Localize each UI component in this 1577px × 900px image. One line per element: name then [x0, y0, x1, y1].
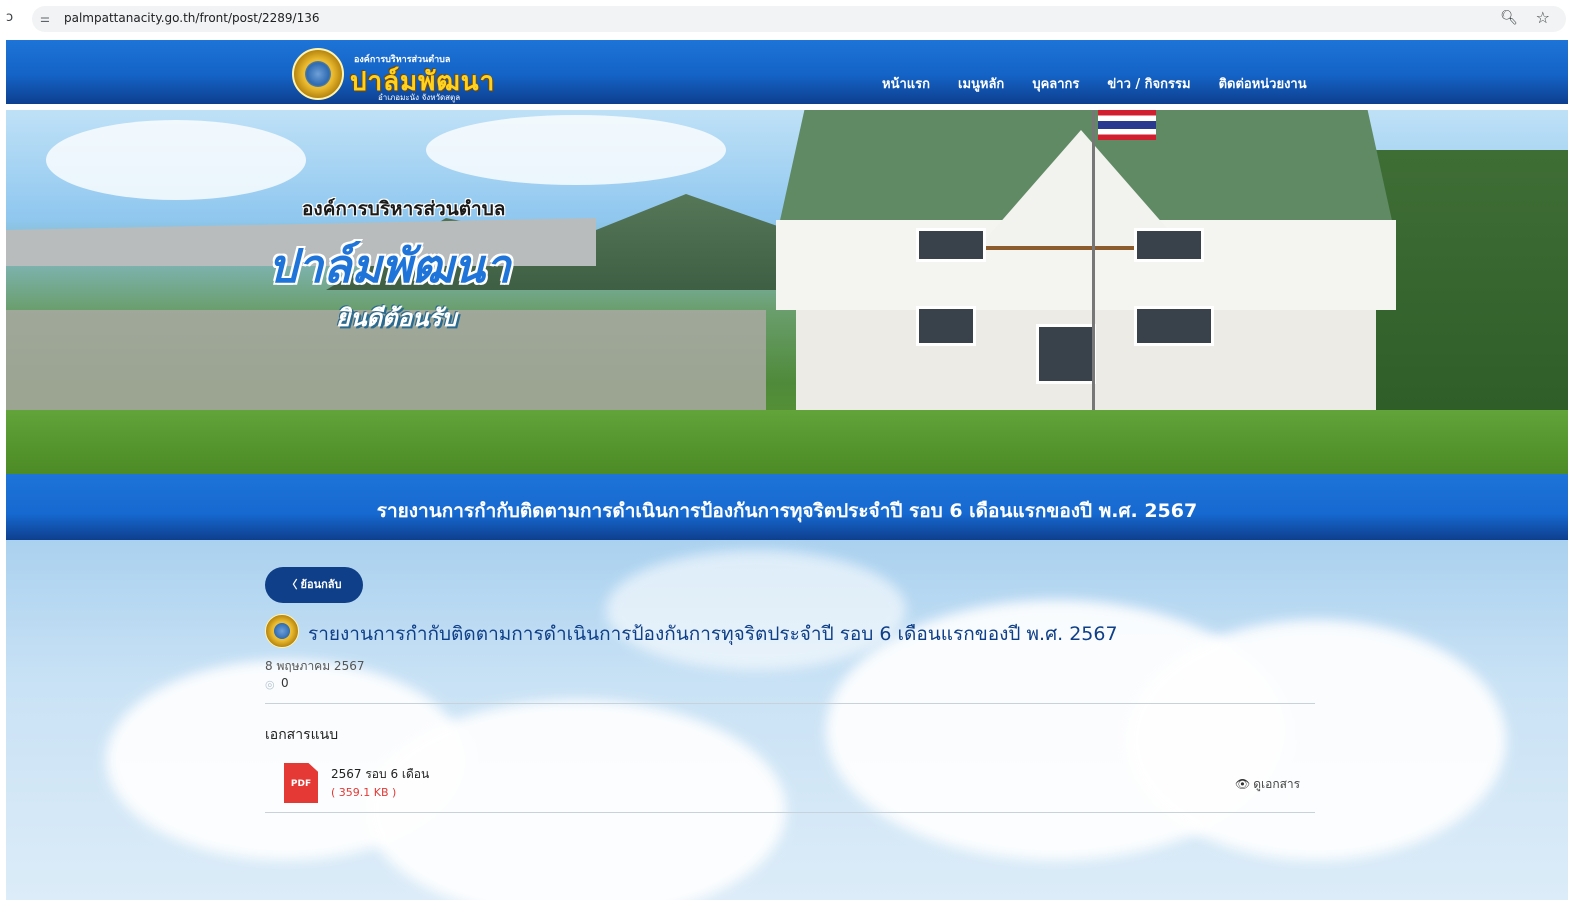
nav-main-menu[interactable]: เมนูหลัก: [958, 73, 1004, 94]
eye-icon: 👁︎: [1235, 777, 1251, 791]
banner-welcome: ยินดีต้อนรับ: [336, 304, 457, 332]
nav-home[interactable]: หน้าแรก: [882, 73, 930, 94]
main-nav: หน้าแรก เมนูหลัก บุคลากร ข่าว / กิจกรรม …: [882, 73, 1335, 94]
pdf-file-icon[interactable]: PDF: [284, 763, 318, 803]
post-date: 8 พฤษภาคม 2567: [265, 659, 365, 673]
banner-org-name: ปาล์มพัฒนา: [268, 239, 511, 293]
browser-address-bar: ↄ ⚌ palmpattanacity.go.th/front/post/228…: [0, 0, 1577, 38]
web-page: องค์การบริหารส่วนตำบล ปาล์มพัฒนา อำเภอมะ…: [6, 40, 1568, 900]
divider-bottom: [265, 812, 1315, 813]
content-background: [6, 540, 1568, 900]
views-eye-icon: ◎: [265, 678, 275, 691]
hero-banner: องค์การบริหารส่วนตำบล ปาล์มพัฒนา ยินดีต้…: [6, 110, 1568, 474]
attachment-file-name[interactable]: 2567 รอบ 6 เดือน: [331, 765, 429, 784]
flagpole: [1092, 110, 1095, 440]
site-logo[interactable]: องค์การบริหารส่วนตำบล ปาล์มพัฒนา อำเภอมะ…: [292, 45, 512, 103]
url-text[interactable]: palmpattanacity.go.th/front/post/2289/13…: [64, 11, 319, 25]
logo-location: อำเภอมะนัง จังหวัดสตูล: [378, 93, 461, 102]
divider-top: [265, 703, 1315, 704]
post-seal-icon: [265, 614, 299, 648]
view-document-link[interactable]: 👁︎ ดูเอกสาร: [1235, 775, 1300, 794]
nav-contact[interactable]: ติดต่อหน่วยงาน: [1219, 73, 1307, 94]
banner-building: [766, 110, 1406, 440]
post-title: รายงานการกำกับติดตามการดำเนินการป้องกันก…: [308, 623, 1118, 645]
url-bar[interactable]: ⚌ palmpattanacity.go.th/front/post/2289/…: [32, 6, 1566, 32]
seal-emblem-icon: [292, 48, 344, 100]
thai-flag-icon: [1098, 110, 1156, 140]
view-count: 0: [281, 676, 289, 690]
site-info-icon[interactable]: ⚌: [40, 12, 50, 25]
site-header: องค์การบริหารส่วนตำบล ปาล์มพัฒนา อำเภอมะ…: [6, 40, 1568, 104]
zoom-icon[interactable]: 🔍︎: [1500, 10, 1518, 26]
reload-icon[interactable]: ↄ: [6, 10, 13, 25]
page-title: รายงานการกำกับติดตามการดำเนินการป้องกันก…: [376, 500, 1198, 522]
nav-personnel[interactable]: บุคลากร: [1032, 73, 1079, 94]
banner-org-type: องค์การบริหารส่วนตำบล: [302, 198, 506, 220]
nav-news-activities[interactable]: ข่าว / กิจกรรม: [1107, 73, 1190, 94]
view-document-label[interactable]: ดูเอกสาร: [1253, 777, 1300, 791]
page-title-bar: รายงานการกำกับติดตามการดำเนินการป้องกันก…: [6, 474, 1568, 540]
banner-lawn: [6, 410, 1568, 474]
back-button[interactable]: 〈 ย้อนกลับ: [265, 567, 363, 603]
bookmark-star-icon[interactable]: ☆: [1536, 8, 1550, 27]
attachments-label: เอกสารแนบ: [265, 727, 339, 743]
attachment-file-size: ( 359.1 KB ): [331, 786, 397, 799]
